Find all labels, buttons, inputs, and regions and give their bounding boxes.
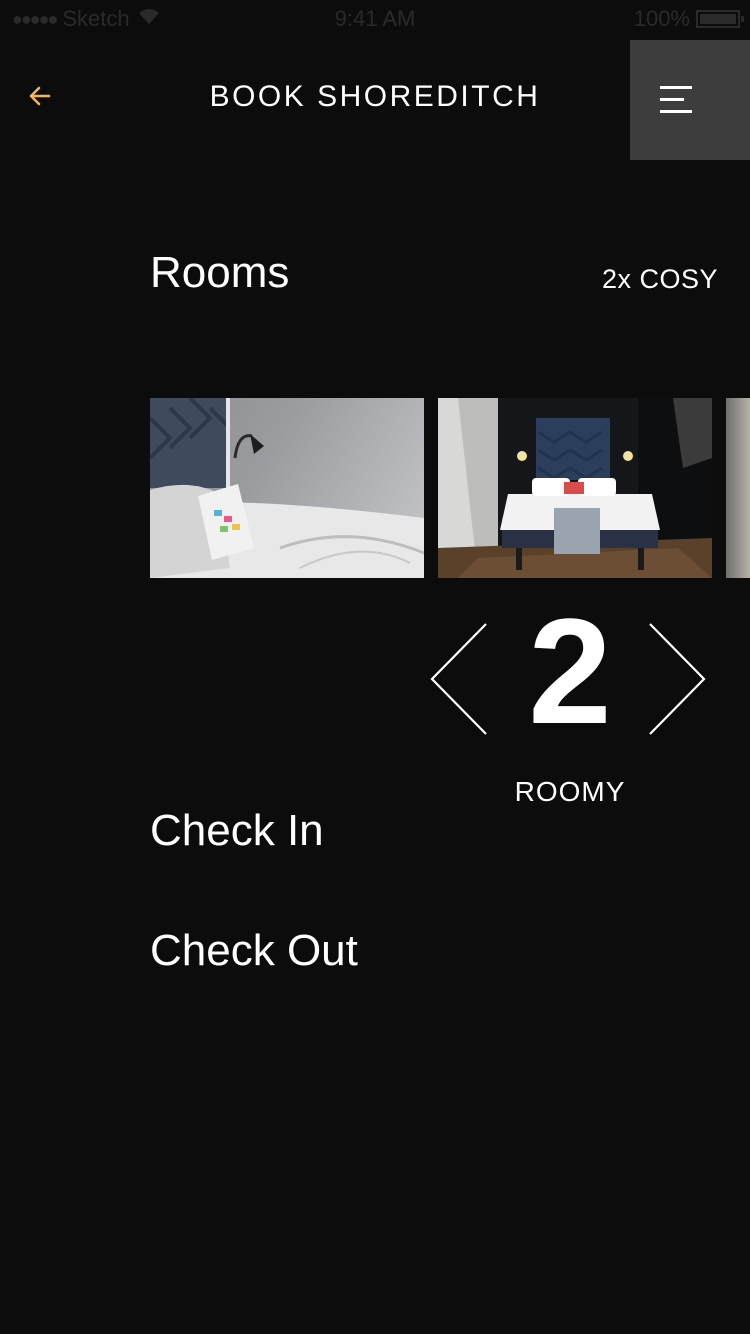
room-photo-roomy[interactable] (438, 398, 712, 578)
check-out-field[interactable]: Check Out (150, 926, 358, 976)
previous-room-button[interactable] (428, 620, 488, 740)
bedroom-image (438, 398, 712, 578)
status-bar: ●●●●● Sketch 9:41 AM 100% (0, 0, 750, 40)
room-type-label: ROOMY (514, 776, 626, 807)
battery-percent: 100% (633, 6, 690, 31)
bedroom-image (150, 398, 424, 578)
room-photo-cosy[interactable] (150, 398, 424, 578)
next-room-button[interactable] (648, 620, 708, 740)
chevron-left-icon (428, 623, 488, 744)
battery-icon (696, 10, 744, 28)
room-photo-next[interactable] (726, 398, 750, 578)
battery-level-fill (700, 14, 736, 24)
room-count: 2 (528, 587, 612, 755)
rooms-summary: 2x COSY (601, 264, 718, 294)
menu-button[interactable] (630, 40, 750, 160)
battery-info: 100% (633, 6, 744, 32)
chevron-right-icon (648, 623, 708, 744)
check-in-field[interactable]: Check In (150, 806, 324, 856)
rooms-heading: Rooms (150, 248, 290, 297)
